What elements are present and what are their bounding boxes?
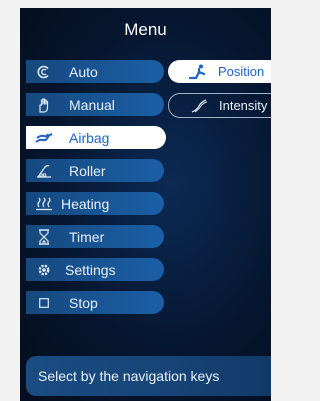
hint-text: Select by the navigation keys — [38, 368, 220, 384]
airbag-icon — [33, 131, 55, 145]
submenu-item-position[interactable]: Position — [168, 60, 271, 83]
menu-item-roller[interactable]: Roller — [26, 159, 164, 182]
menu-screen: Menu Auto Manual Airbag Roller Heating T… — [20, 8, 271, 401]
timer-icon — [33, 228, 55, 245]
submenu-item-label: Position — [218, 64, 265, 79]
menu-item-label: Timer — [69, 228, 105, 245]
menu-item-heating[interactable]: Heating — [26, 192, 164, 215]
hand-icon — [33, 97, 55, 113]
submenu-item-label: Intensity — [219, 98, 268, 113]
menu-item-label: Manual — [69, 96, 115, 113]
gear-icon — [33, 263, 55, 277]
position-icon — [184, 64, 212, 80]
menu-item-label: Roller — [69, 162, 106, 179]
menu-item-label: Airbag — [69, 129, 110, 146]
menu-item-timer[interactable]: Timer — [26, 225, 164, 248]
menu-item-settings[interactable]: Settings — [26, 258, 164, 281]
menu-item-label: Auto — [69, 63, 98, 80]
submenu-item-intensity[interactable]: Intensity — [168, 93, 271, 118]
heating-icon — [33, 197, 55, 211]
menu-item-auto[interactable]: Auto — [26, 60, 164, 83]
menu-item-label: Settings — [65, 261, 116, 278]
auto-icon — [33, 64, 55, 80]
menu-item-stop[interactable]: Stop — [26, 291, 164, 314]
navigation-hint: Select by the navigation keys — [26, 356, 271, 396]
intensity-icon — [185, 98, 213, 114]
device-frame: Menu Auto Manual Airbag Roller Heating T… — [0, 0, 271, 401]
page-title: Menu — [124, 20, 167, 39]
menu-item-label: Stop — [69, 294, 98, 311]
menu-item-manual[interactable]: Manual — [26, 93, 164, 116]
stop-icon — [33, 297, 55, 308]
menu-item-airbag[interactable]: Airbag — [26, 126, 166, 149]
menu-item-label: Heating — [61, 195, 110, 212]
roller-icon — [33, 163, 55, 179]
